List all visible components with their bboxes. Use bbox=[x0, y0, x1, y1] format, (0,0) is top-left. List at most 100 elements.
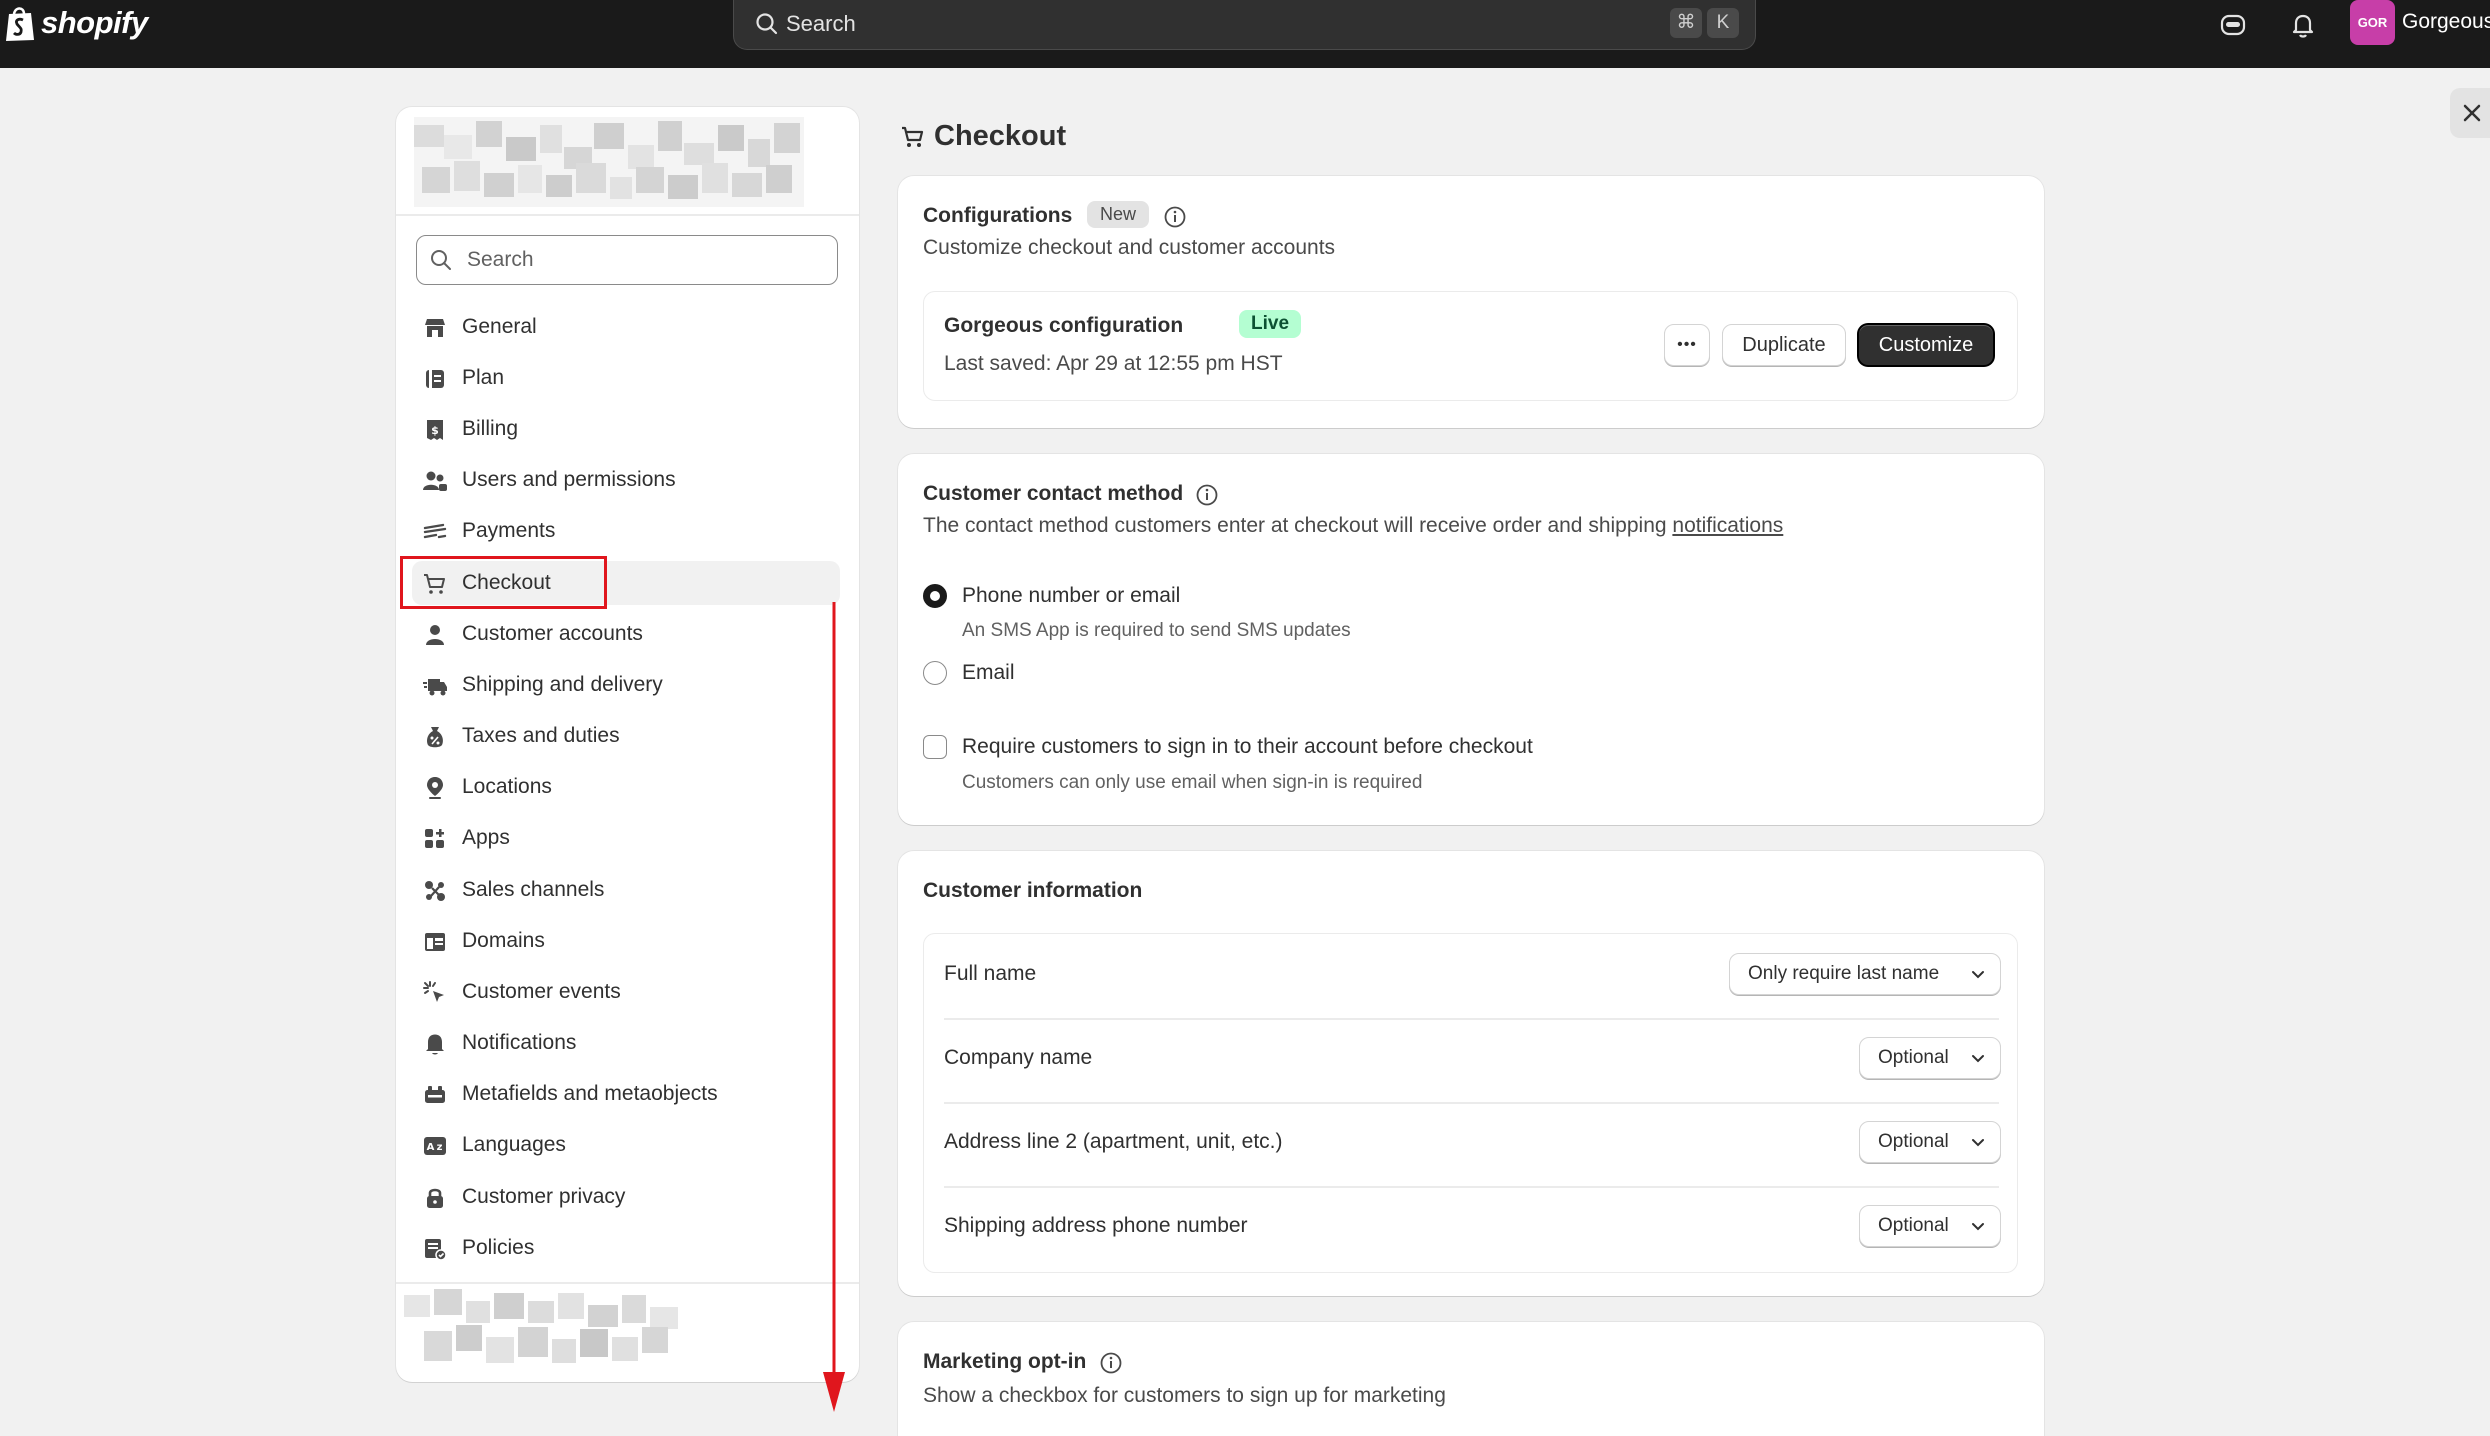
store-icon bbox=[425, 319, 445, 337]
sidebar-divider bbox=[396, 1282, 859, 1284]
billing-icon: $ bbox=[427, 420, 443, 440]
language-icon: Az bbox=[424, 1137, 446, 1155]
close-settings-button[interactable] bbox=[2450, 88, 2490, 138]
users-icon bbox=[423, 471, 447, 491]
sidebar-item-label: Languages bbox=[462, 1133, 566, 1156]
row-divider bbox=[944, 1102, 1999, 1104]
sidebar-item-sales-channels[interactable]: Sales channels bbox=[412, 868, 840, 912]
cart-icon bbox=[902, 126, 924, 147]
sidebar-item-notifications[interactable]: Notifications bbox=[412, 1021, 840, 1065]
notifications-link[interactable]: notifications bbox=[1672, 514, 1783, 537]
info-icon[interactable] bbox=[1099, 1351, 1123, 1375]
configuration-item: Gorgeous configuration Live Last saved: … bbox=[923, 291, 2018, 401]
checkout-highlight-box bbox=[400, 556, 607, 609]
shipping-phone-select-value: Optional bbox=[1878, 1215, 1949, 1236]
sidebar-item-customer-accounts[interactable]: Customer accounts bbox=[412, 612, 840, 656]
sidebar-item-taxes[interactable]: Taxes and duties bbox=[412, 714, 840, 758]
sidebar-item-general[interactable]: General bbox=[412, 305, 840, 349]
sidebar-item-label: Locations bbox=[462, 775, 552, 798]
sidebar-item-locations[interactable]: Locations bbox=[412, 765, 840, 809]
sidebar-item-apps[interactable]: Apps bbox=[412, 816, 840, 860]
sidebar-item-domains[interactable]: Domains bbox=[412, 919, 840, 963]
store-info-blurred bbox=[414, 117, 804, 207]
marketing-optin-subtitle: Show a checkbox for customers to sign up… bbox=[923, 1384, 1446, 1407]
search-icon bbox=[756, 13, 778, 35]
bell-icon[interactable] bbox=[2288, 10, 2318, 40]
sidebar-item-billing[interactable]: $ Billing bbox=[412, 407, 840, 451]
contact-method-subtitle: The contact method customers enter at ch… bbox=[923, 514, 1783, 538]
svg-text:A: A bbox=[427, 1142, 435, 1153]
customize-button[interactable]: Customize bbox=[1858, 324, 1994, 366]
radio-phone-or-email[interactable] bbox=[923, 584, 947, 608]
svg-text:z: z bbox=[437, 1142, 443, 1153]
sidebar-item-languages[interactable]: Az Languages bbox=[412, 1123, 840, 1167]
sidebar-item-metafields[interactable]: Metafields and metaobjects bbox=[412, 1072, 840, 1116]
sidekick-icon[interactable] bbox=[2218, 10, 2248, 40]
email-label[interactable]: Email bbox=[962, 661, 1015, 685]
user-info-blurred bbox=[404, 1289, 678, 1363]
require-signin-help: Customers can only use email when sign-i… bbox=[962, 772, 1423, 793]
info-icon[interactable] bbox=[1195, 483, 1219, 507]
shipping-phone-select[interactable]: Optional bbox=[1859, 1205, 2001, 1247]
sidebar-item-customer-privacy[interactable]: Customer privacy bbox=[412, 1175, 840, 1219]
sidebar-item-label: Taxes and duties bbox=[462, 724, 620, 747]
sidebar-item-policies[interactable]: Policies bbox=[412, 1226, 840, 1270]
sidebar-item-label: Plan bbox=[462, 366, 505, 389]
sidebar-item-label: Metafields and metaobjects bbox=[462, 1082, 718, 1105]
shopify-logo[interactable]: shopify bbox=[3, 4, 148, 42]
policies-icon bbox=[425, 1239, 447, 1261]
sidebar-item-label: Apps bbox=[462, 826, 510, 849]
company-name-select[interactable]: Optional bbox=[1859, 1037, 2001, 1079]
store-name[interactable]: Gorgeous bbox=[2402, 10, 2490, 34]
chevron-down-icon bbox=[1972, 1139, 1984, 1147]
settings-search-placeholder: Search bbox=[467, 248, 534, 271]
sidebar-item-plan[interactable]: Plan bbox=[412, 356, 840, 400]
marketing-optin-title: Marketing opt-in bbox=[923, 1350, 1087, 1373]
search-icon bbox=[431, 250, 451, 270]
channels-icon bbox=[425, 881, 445, 901]
row-divider bbox=[944, 1018, 1999, 1020]
apps-icon bbox=[425, 829, 444, 848]
sidebar-item-users[interactable]: Users and permissions bbox=[412, 458, 840, 502]
address-line-2-label: Address line 2 (apartment, unit, etc.) bbox=[944, 1130, 1283, 1153]
shortcut-key-k: K bbox=[1707, 8, 1739, 38]
chevron-down-icon bbox=[1972, 1055, 1984, 1063]
phone-or-email-label[interactable]: Phone number or email bbox=[962, 584, 1180, 608]
configurations-subtitle: Customize checkout and customer accounts bbox=[923, 236, 1336, 259]
shopify-wordmark: shopify bbox=[41, 5, 148, 40]
top-bar: shopify Search ⌘ K GOR Gorgeous bbox=[0, 0, 2490, 68]
configurations-title: Configurations bbox=[923, 204, 1073, 227]
new-badge: New bbox=[1087, 201, 1150, 228]
lock-icon bbox=[427, 1188, 443, 1208]
sidebar-item-customer-events[interactable]: Customer events bbox=[412, 970, 840, 1014]
marketing-optin-card: Marketing opt-in Show a checkbox for cus… bbox=[898, 1322, 2044, 1436]
more-actions-button[interactable]: ••• bbox=[1664, 324, 1710, 366]
address-line-2-select[interactable]: Optional bbox=[1859, 1121, 2001, 1163]
full-name-label: Full name bbox=[944, 962, 1037, 985]
radio-email[interactable] bbox=[923, 661, 947, 685]
require-signin-label[interactable]: Require customers to sign in to their ac… bbox=[962, 735, 1533, 759]
contact-method-subtitle-text: The contact method customers enter at ch… bbox=[923, 514, 1673, 537]
sidebar-divider bbox=[396, 214, 859, 216]
info-icon[interactable] bbox=[1163, 205, 1187, 229]
location-icon bbox=[427, 777, 443, 799]
settings-search-input[interactable]: Search bbox=[416, 235, 838, 285]
store-avatar[interactable]: GOR bbox=[2350, 0, 2395, 45]
sidebar-item-label: Customer accounts bbox=[462, 622, 643, 645]
global-search-bar[interactable]: Search ⌘ K bbox=[733, 0, 1756, 50]
close-icon bbox=[2463, 104, 2481, 122]
scroll-down-arrow bbox=[823, 602, 845, 1412]
sidebar-item-label: Domains bbox=[462, 929, 545, 952]
person-icon bbox=[426, 625, 444, 645]
require-signin-checkbox[interactable] bbox=[923, 735, 947, 759]
sidebar-item-payments[interactable]: Payments bbox=[412, 509, 840, 553]
full-name-select-value: Only require last name bbox=[1748, 963, 1940, 984]
full-name-select[interactable]: Only require last name bbox=[1729, 953, 2001, 995]
duplicate-button[interactable]: Duplicate bbox=[1722, 324, 1846, 366]
sidebar-item-label: Payments bbox=[462, 519, 556, 542]
sidebar-item-shipping[interactable]: Shipping and delivery bbox=[412, 663, 840, 707]
chevron-down-icon bbox=[1972, 971, 1984, 979]
sidebar-item-label: Shipping and delivery bbox=[462, 673, 663, 696]
settings-sidebar: Search General Plan $ Billing Users and … bbox=[396, 107, 859, 1382]
live-badge: Live bbox=[1239, 310, 1302, 338]
